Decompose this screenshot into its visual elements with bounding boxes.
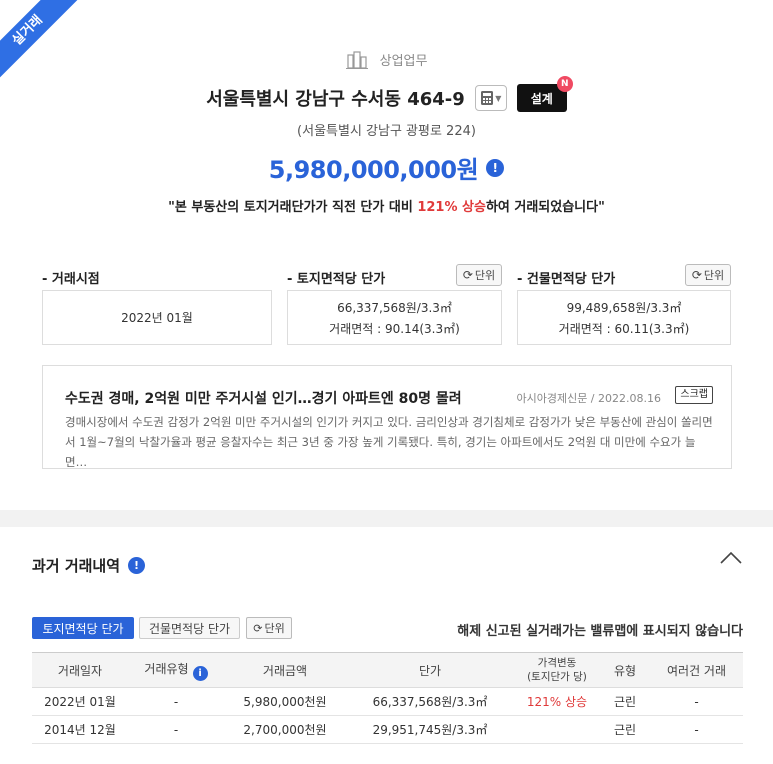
transaction-summary-panel: 실거래 상업업무 서울특별시 강남구 수서동 464-9 ▼ 설계 N (서울특… — [0, 0, 773, 510]
refresh-icon: ⟳ — [691, 268, 702, 282]
description-prefix: "본 부동산의 토지거래단가가 직전 단가 대비 — [168, 200, 418, 215]
column-header: 유형 — [600, 652, 650, 688]
cell-type: - — [128, 715, 224, 744]
new-badge: N — [556, 76, 573, 92]
calculator-icon — [481, 91, 494, 105]
column-header: 여러건 거래 — [650, 652, 743, 688]
design-button-label: 설계 — [530, 91, 553, 106]
history-title-row: 과거 거래내역 ! — [32, 555, 146, 576]
info-icon[interactable]: ! — [128, 557, 146, 574]
building-price-box: 99,489,658원/3.3㎡ 거래면적 : 60.11(3.3㎡) — [517, 290, 731, 345]
building-price-label: - 건물면적당 단가 — [517, 272, 616, 287]
cell-amount: 2,700,000천원 — [224, 715, 346, 744]
column-header: 거래금액 — [224, 652, 346, 688]
building-unit-toggle-button[interactable]: ⟳ 단위 — [685, 264, 731, 286]
chevron-up-icon[interactable] — [719, 551, 743, 565]
description-suffix: 하여 거래되었습니다" — [485, 200, 605, 215]
category-line: 상업업무 — [0, 50, 773, 69]
price-change-description: "본 부동산의 토지거래단가가 직전 단가 대비 121% 상승하여 거래되었습… — [0, 196, 773, 215]
unit-label: 단위 — [703, 269, 725, 282]
refresh-icon: ⟳ — [253, 621, 263, 635]
building-price-value: 99,489,658원/3.3㎡ — [566, 300, 682, 315]
description-highlight: 121% 상승 — [417, 200, 486, 215]
column-header: 가격변동 (토지단가 당) — [514, 652, 600, 688]
news-body: 경매시장에서 수도권 감정가 2억원 미만 주거시설의 인기가 커지고 있다. … — [65, 415, 713, 469]
address-row: 서울특별시 강남구 수서동 464-9 ▼ 설계 N — [0, 76, 773, 112]
column-header-label: 가격변동 — [537, 657, 577, 669]
tab-building-price[interactable]: 건물면적당 단가 — [139, 617, 240, 639]
table-row: 2022년 01월 - 5,980,000천원 66,337,568원/3.3㎡… — [32, 687, 743, 716]
trade-date-value: 2022년 01월 — [121, 311, 193, 325]
news-card[interactable]: 수도권 경매, 2억원 미만 주거시설 인기…경기 아파트엔 80명 몰려 아시… — [42, 365, 732, 469]
history-unit-toggle-button[interactable]: ⟳ 단위 — [246, 617, 292, 639]
land-area-value: 거래면적 : 90.14(3.3㎡) — [329, 321, 460, 336]
category-label: 상업업무 — [379, 54, 428, 69]
news-source: 아시아경제신문 / 2022.08.16 — [516, 392, 661, 405]
cell-category: 근린 — [600, 715, 650, 744]
land-price-label: - 토지면적당 단가 — [287, 272, 386, 287]
history-panel: 과거 거래내역 ! 토지면적당 단가 건물면적당 단가 ⟳ 단위 해제 신고된 실… — [0, 527, 773, 764]
property-address: 서울특별시 강남구 수서동 464-9 — [206, 89, 465, 110]
table-row: 2014년 12월 - 2,700,000천원 29,951,745원/3.3㎡… — [32, 715, 743, 744]
land-price-value: 66,337,568원/3.3㎡ — [337, 300, 452, 315]
cell-unit-price: 29,951,745원/3.3㎡ — [346, 715, 514, 744]
chevron-down-icon: ▼ — [495, 93, 502, 103]
building-area-value: 거래면적 : 60.11(3.3㎡) — [558, 321, 690, 336]
info-icon[interactable]: ! — [486, 158, 505, 177]
column-header: 단가 — [346, 652, 514, 688]
scrap-button[interactable]: 스크랩 — [675, 386, 713, 404]
cell-type: - — [128, 687, 224, 716]
cell-price-change: 121% 상승 — [514, 687, 600, 716]
cell-category: 근린 — [600, 687, 650, 716]
transaction-price: 5,980,000,000원 — [268, 156, 479, 184]
column-header-label: 거래유형 — [144, 661, 189, 676]
road-address: (서울특별시 강남구 광평로 224) — [297, 124, 476, 139]
column-header: 거래일자 — [32, 652, 128, 688]
column-header: 거래유형 i — [128, 652, 224, 688]
cell-multi-trade: - — [650, 687, 743, 716]
info-icon[interactable]: i — [192, 665, 208, 681]
land-unit-toggle-button[interactable]: ⟳ 단위 — [456, 264, 502, 286]
table-header-row: 거래일자 거래유형 i 거래금액 단가 가격변동 (토지단가 당) 유형 여러건 … — [32, 652, 743, 688]
cell-date: 2022년 01월 — [32, 687, 128, 716]
tab-land-price[interactable]: 토지면적당 단가 — [32, 617, 134, 639]
building-icon — [345, 51, 368, 69]
price-row: 5,980,000,000원 ! — [0, 150, 773, 185]
trade-date-box: 2022년 01월 — [42, 290, 272, 345]
cell-date: 2014년 12월 — [32, 715, 128, 744]
cell-unit-price: 66,337,568원/3.3㎡ — [346, 687, 514, 716]
land-price-box: 66,337,568원/3.3㎡ 거래면적 : 90.14(3.3㎡) — [287, 290, 502, 345]
refresh-icon: ⟳ — [462, 268, 473, 282]
news-title[interactable]: 수도권 경매, 2억원 미만 주거시설 인기…경기 아파트엔 80명 몰려 — [65, 388, 462, 408]
cell-price-change — [514, 715, 600, 744]
unit-label: 단위 — [474, 269, 496, 282]
cell-amount: 5,980,000천원 — [224, 687, 346, 716]
unit-label: 단위 — [264, 622, 285, 635]
column-header-sublabel: (토지단가 당) — [527, 671, 587, 683]
cell-multi-trade: - — [650, 715, 743, 744]
design-button[interactable]: 설계 N — [516, 76, 573, 112]
history-title: 과거 거래내역 — [32, 557, 121, 575]
notice-text: 해제 신고된 실거래가는 밸류맵에 표시되지 않습니다 — [457, 624, 743, 639]
calculator-button[interactable]: ▼ — [474, 85, 507, 111]
history-table: 거래일자 거래유형 i 거래금액 단가 가격변동 (토지단가 당) 유형 여러건 … — [32, 652, 743, 744]
trade-date-label: - 거래시점 — [42, 272, 100, 287]
